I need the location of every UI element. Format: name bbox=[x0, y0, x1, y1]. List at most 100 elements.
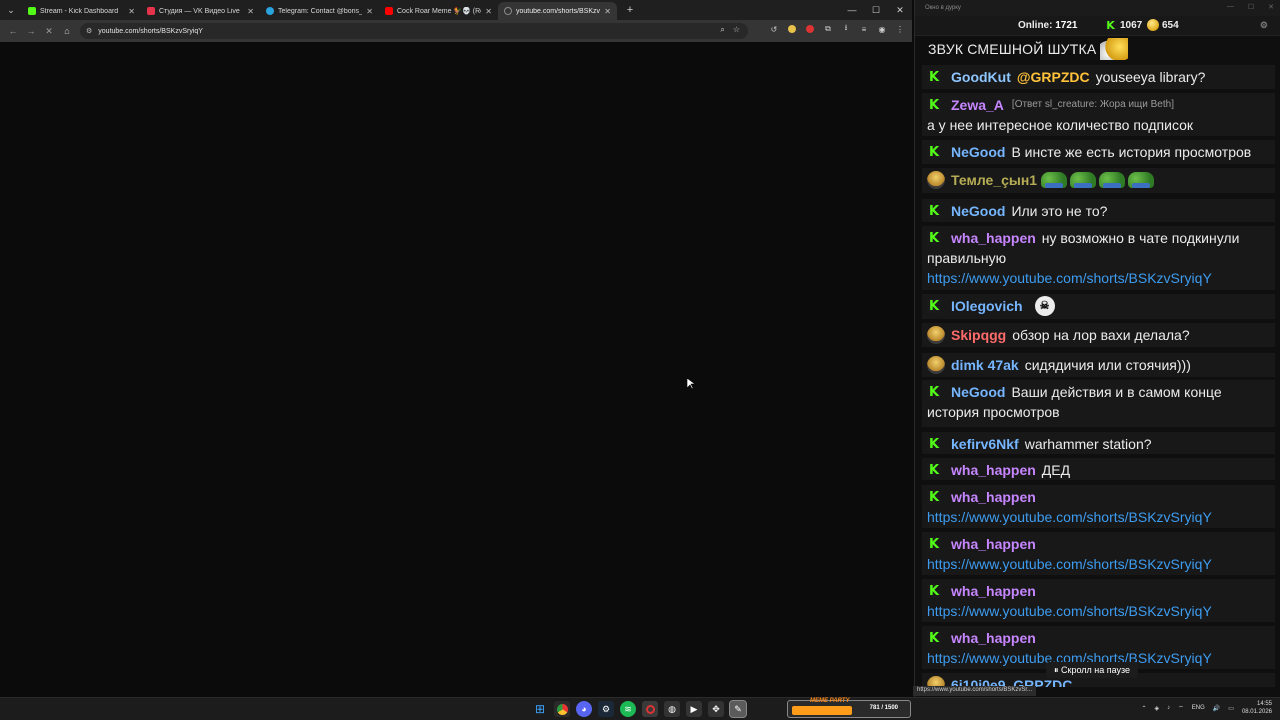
chat-username[interactable]: wha_happen bbox=[951, 487, 1036, 507]
volume-icon[interactable]: 🔊 bbox=[1213, 705, 1220, 712]
chat-username[interactable]: wha_happen bbox=[951, 228, 1036, 248]
chat-link[interactable]: https://www.youtube.com/shorts/BSKzvSryi… bbox=[927, 268, 1212, 288]
chat-message[interactable]: K IOlegovich ☠ bbox=[922, 294, 1275, 319]
tab-telegram[interactable]: Telegram: Contact @boris_roch ✕ bbox=[260, 2, 379, 20]
chat-username[interactable]: NeGood bbox=[951, 382, 1005, 402]
media-icon[interactable]: ≡ bbox=[858, 23, 870, 35]
app-red-icon[interactable] bbox=[642, 701, 658, 717]
taskbar: ⊞ ◕ ⚙ ≋ ◍ ▶ ✥ ✎ MEME PARTY 781 / 1500 ⌃ … bbox=[0, 697, 1280, 720]
chat-username[interactable]: IOlegovich bbox=[951, 296, 1023, 316]
chat-message[interactable]: K Zewa_A [Ответ sl_creature: Жора ищи Beth… bbox=[922, 93, 1275, 136]
notification-icon[interactable]: ▭ bbox=[1228, 705, 1234, 712]
minimize-icon[interactable]: — bbox=[840, 5, 864, 15]
discord-icon[interactable]: ◕ bbox=[576, 701, 592, 717]
home-icon[interactable]: ⌂ bbox=[58, 26, 76, 36]
maximize-icon[interactable]: ☐ bbox=[1248, 3, 1254, 11]
tray-mic-icon[interactable]: ♪ bbox=[1167, 705, 1170, 711]
chat-link[interactable]: https://www.youtube.com/shorts/BSKzvSryi… bbox=[927, 601, 1212, 621]
minimize-icon[interactable]: — bbox=[1227, 3, 1234, 11]
new-tab-button[interactable]: + bbox=[623, 4, 637, 16]
close-tab-icon[interactable]: ✕ bbox=[128, 7, 135, 16]
close-tab-icon[interactable]: ✕ bbox=[247, 7, 254, 16]
scroll-paused-button[interactable]: ⏸ Скролл на паузе bbox=[1046, 662, 1139, 678]
chat-link[interactable]: https://www.youtube.com/shorts/BSKzvSryi… bbox=[927, 554, 1212, 574]
chat-username[interactable]: NeGood bbox=[951, 201, 1005, 221]
chat-message[interactable]: Kwha_happen https://www.youtube.com/short… bbox=[922, 485, 1275, 528]
chat-message[interactable]: Kwha_happen ну возможно в чате подкинули п… bbox=[922, 226, 1275, 290]
extensions-puzzle-icon[interactable]: ⧉ bbox=[822, 23, 834, 35]
chat-message[interactable]: Темле_çын1 bbox=[922, 168, 1275, 193]
chat-message[interactable]: Skipqgg обзор на лор вахи делала? bbox=[922, 323, 1275, 347]
close-window-icon[interactable]: ✕ bbox=[888, 5, 912, 16]
profile-icon[interactable]: ◉ bbox=[876, 23, 888, 35]
chat-message[interactable]: K GoodKut @GRPZDC youseeya library? bbox=[922, 65, 1275, 89]
chat-username[interactable]: wha_happen bbox=[951, 581, 1036, 601]
controller-icon[interactable]: ◍ bbox=[664, 701, 680, 717]
steam-icon[interactable]: ⚙ bbox=[598, 701, 614, 717]
app-green-icon[interactable]: ✥ bbox=[708, 701, 724, 717]
chat-username[interactable]: Zewa_A bbox=[951, 95, 1004, 115]
settings-gear-icon[interactable]: ⚙ bbox=[1260, 20, 1268, 31]
chat-username[interactable]: wha_happen bbox=[951, 460, 1036, 480]
tab-search-icon[interactable]: ⌄ bbox=[0, 0, 22, 20]
tray-app-icon[interactable]: ◈ bbox=[1155, 705, 1160, 712]
close-tab-icon[interactable]: ✕ bbox=[485, 7, 492, 16]
chat-username[interactable]: GoodKut bbox=[951, 67, 1011, 87]
windows-start-icon[interactable]: ⊞ bbox=[532, 701, 548, 717]
address-bar[interactable]: ⚙ youtube.com/shorts/BSKzvSryiqY ⌕ ☆ bbox=[80, 23, 748, 39]
close-window-icon[interactable]: ✕ bbox=[1268, 3, 1274, 11]
link-status-url: https://www.youtube.com/shorts/BSKzvSr..… bbox=[913, 686, 1037, 696]
tray-chevron-icon[interactable]: ⌃ bbox=[1142, 705, 1147, 712]
pepe-emote-icon bbox=[1041, 172, 1068, 188]
chat-username[interactable]: Skipqgg bbox=[951, 325, 1006, 345]
chat-message[interactable]: K NeGood Или это не то? bbox=[922, 199, 1275, 222]
chat-message[interactable]: K NeGood Ваши действия и в самом конце исто… bbox=[922, 380, 1275, 427]
user-emote-badge-icon bbox=[927, 326, 945, 344]
spotify-icon[interactable]: ≋ bbox=[620, 701, 636, 717]
chat-message[interactable]: Kwha_happen https://www.youtube.com/short… bbox=[922, 532, 1275, 575]
chat-link[interactable]: https://www.youtube.com/shorts/BSKzvSryi… bbox=[927, 507, 1212, 527]
history-icon[interactable]: ↺ bbox=[768, 23, 780, 35]
tab-youtube-meme[interactable]: Cock Roar Meme 🐓💀 (Roosts ✕ bbox=[379, 2, 498, 20]
chat-username[interactable]: wha_happen bbox=[951, 628, 1036, 648]
site-info-icon[interactable]: ⚙ bbox=[86, 27, 92, 35]
chat-message[interactable]: Kkefirv6Nkf warhammer station? bbox=[922, 432, 1275, 454]
close-tab-icon[interactable]: ✕ bbox=[604, 7, 611, 16]
back-icon[interactable]: ← bbox=[4, 26, 22, 36]
chat-mention[interactable]: @GRPZDC bbox=[1017, 67, 1090, 87]
language-indicator[interactable]: ENG bbox=[1192, 705, 1205, 711]
menu-icon[interactable]: ⋮ bbox=[894, 23, 906, 35]
tab-kick-dashboard[interactable]: Stream - Kick Dashboard ✕ bbox=[22, 2, 141, 20]
chat-app-active-icon[interactable]: ✎ bbox=[729, 700, 747, 718]
chat-message-text: ну возможно в чате подкинули bbox=[1041, 230, 1240, 246]
stop-icon[interactable]: ✕ bbox=[40, 26, 58, 37]
chat-username[interactable]: Темле_çын1 bbox=[951, 170, 1037, 190]
bookmark-star-icon[interactable]: ☆ bbox=[733, 25, 740, 35]
reply-reference[interactable]: [Ответ sl_creature: Жора ищи Beth] bbox=[1012, 95, 1174, 115]
extension-yellow-icon[interactable] bbox=[786, 23, 798, 35]
chat-message[interactable]: Kwha_happen https://www.youtube.com/short… bbox=[922, 579, 1275, 622]
chat-message[interactable]: dimk 47ak сидядичия или стоячия))) bbox=[922, 353, 1275, 377]
chat-message[interactable]: K NeGood В инсте же есть история просмотро… bbox=[922, 140, 1275, 164]
chrome-icon[interactable] bbox=[554, 701, 570, 717]
tab-youtube-shorts[interactable]: youtube.com/shorts/BSKzvSryi ✕ bbox=[498, 2, 617, 20]
chat-username[interactable]: kefirv6Nkf bbox=[951, 434, 1019, 454]
extension-red-icon[interactable] bbox=[804, 23, 816, 35]
close-tab-icon[interactable]: ✕ bbox=[366, 7, 373, 16]
download-icon[interactable]: ⭳ bbox=[840, 23, 852, 35]
chat-message[interactable]: ЗВУК СМЕШНОЙ ШУТКА bbox=[923, 36, 1275, 60]
forward-icon[interactable]: → bbox=[22, 26, 40, 36]
chat-username[interactable]: wha_happen bbox=[951, 534, 1036, 554]
chat-username[interactable]: NeGood bbox=[951, 142, 1005, 162]
tab-vk-studio[interactable]: Студия — VK Видео Live ✕ bbox=[141, 2, 260, 20]
maximize-icon[interactable]: ☐ bbox=[864, 5, 888, 16]
chat-message[interactable]: Kwha_happen ДЕД bbox=[922, 458, 1275, 480]
media-player-icon[interactable]: ▶ bbox=[686, 701, 702, 717]
chat-username[interactable]: dimk 47ak bbox=[951, 355, 1019, 375]
zoom-icon[interactable]: ⌕ bbox=[720, 25, 724, 35]
clock[interactable]: 14:55 08.01.2026 bbox=[1242, 700, 1272, 716]
page-viewport[interactable] bbox=[0, 42, 912, 697]
tray-network-icon[interactable]: ⌔ bbox=[1178, 704, 1184, 712]
address-url[interactable]: youtube.com/shorts/BSKzvSryiqY bbox=[98, 28, 203, 35]
chat-messages[interactable]: ЗВУК СМЕШНОЙ ШУТКА K GoodKut @GRPZDC youseey… bbox=[915, 36, 1280, 687]
